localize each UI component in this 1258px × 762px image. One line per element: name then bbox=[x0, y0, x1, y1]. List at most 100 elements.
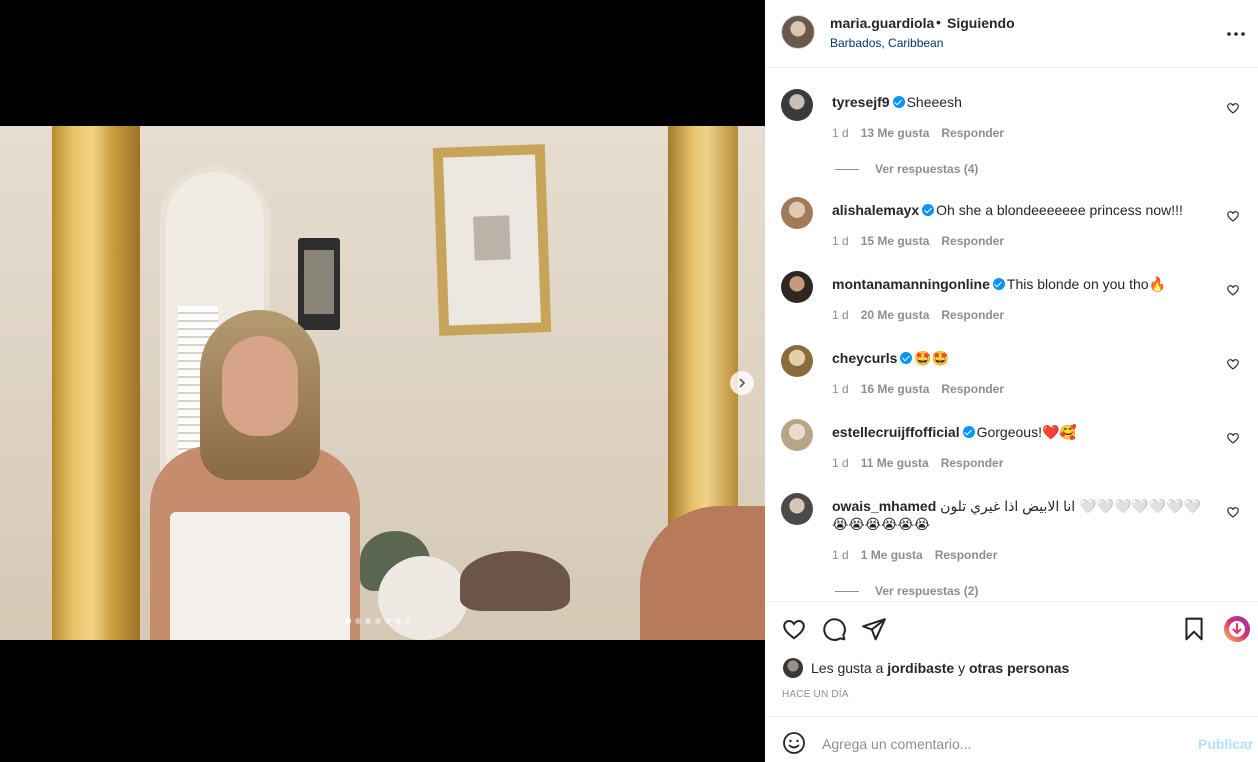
more-icon bbox=[1227, 32, 1245, 36]
author-username[interactable]: maria.guardiola bbox=[830, 15, 934, 31]
verified-badge-icon bbox=[992, 278, 1005, 290]
post-photo[interactable] bbox=[0, 126, 765, 640]
comment-like-heart-icon[interactable] bbox=[1226, 431, 1240, 445]
comment-input[interactable] bbox=[822, 729, 1182, 759]
comment-username[interactable]: alishalemayx bbox=[832, 202, 919, 218]
likes-prefix: Les gusta a bbox=[811, 660, 884, 676]
comment-reply-button[interactable]: Responder bbox=[941, 308, 1004, 322]
download-button[interactable] bbox=[1223, 615, 1250, 642]
post-media bbox=[0, 0, 765, 762]
photo-wall-picture bbox=[432, 144, 552, 336]
bookmark-icon bbox=[1185, 617, 1203, 641]
carousel-dot bbox=[405, 618, 411, 624]
comment-likes-count[interactable]: 20 Me gusta bbox=[861, 308, 930, 322]
view-replies-label: Ver respuestas (4) bbox=[875, 162, 979, 176]
comment-likes-count[interactable]: 13 Me gusta bbox=[861, 126, 930, 140]
comment-username[interactable]: cheycurls bbox=[832, 350, 897, 366]
comment-icon bbox=[823, 618, 846, 641]
carousel-next-button[interactable] bbox=[730, 371, 754, 395]
liker-avatar bbox=[783, 658, 803, 678]
replies-divider bbox=[835, 590, 859, 592]
comment-avatar[interactable] bbox=[781, 345, 813, 377]
comment-reply-button[interactable]: Responder bbox=[941, 234, 1004, 248]
comments-list[interactable]: tyresejf9 Sheeesh 1 d 13 Me gusta Responder V… bbox=[765, 69, 1258, 601]
comment-reply-button[interactable]: Responder bbox=[935, 548, 998, 562]
comment-username[interactable]: tyresejf9 bbox=[832, 94, 890, 110]
author-avatar[interactable] bbox=[781, 15, 815, 49]
comment-text: Sheeesh bbox=[906, 94, 962, 110]
carousel-dot bbox=[345, 618, 351, 624]
comment-meta: 1 d 1 Me gusta Responder bbox=[832, 548, 997, 562]
publish-button[interactable]: Publicar bbox=[1198, 736, 1253, 752]
comment-like-heart-icon[interactable] bbox=[1226, 101, 1240, 115]
other-likers-link[interactable]: otras personas bbox=[969, 660, 1069, 676]
comment-button[interactable] bbox=[821, 616, 847, 642]
comment-like-heart-icon[interactable] bbox=[1226, 357, 1240, 371]
comment-body: montanamanningonline This blonde on you t… bbox=[832, 275, 1212, 293]
comment-likes-count[interactable]: 16 Me gusta bbox=[861, 382, 930, 396]
liker-username[interactable]: jordibaste bbox=[887, 660, 954, 676]
photo-decor-palm-2 bbox=[460, 551, 570, 611]
comment-body: owais_mhamed انا الابيض اذا غيري تلون 🤍🤍… bbox=[832, 497, 1212, 533]
comment-meta: 1 d 15 Me gusta Responder bbox=[832, 234, 1004, 248]
follow-status-button[interactable]: Siguiendo bbox=[947, 15, 1015, 31]
post-location[interactable]: Barbados, Caribbean bbox=[830, 36, 943, 50]
comment-like-heart-icon[interactable] bbox=[1226, 283, 1240, 297]
view-replies-button[interactable]: Ver respuestas (2) bbox=[835, 584, 978, 598]
comment-likes-count[interactable]: 15 Me gusta bbox=[861, 234, 930, 248]
comment-avatar[interactable] bbox=[781, 197, 813, 229]
download-icon bbox=[1224, 616, 1250, 642]
comment-avatar[interactable] bbox=[781, 419, 813, 451]
comment-body: tyresejf9 Sheeesh bbox=[832, 93, 1212, 111]
photo-person bbox=[150, 306, 360, 640]
likes-connector: y bbox=[958, 660, 966, 676]
verified-badge-icon bbox=[922, 204, 935, 216]
comment-username[interactable]: montanamanningonline bbox=[832, 276, 990, 292]
more-options-button[interactable] bbox=[1224, 22, 1248, 46]
comment-meta: 1 d 16 Me gusta Responder bbox=[832, 382, 1004, 396]
comment-text: 🤩🤩 bbox=[914, 350, 950, 366]
comment-like-heart-icon[interactable] bbox=[1226, 209, 1240, 223]
post-time[interactable]: HACE UN DÍA bbox=[782, 689, 849, 700]
likes-summary: Les gusta a jordibaste y otras personas bbox=[783, 658, 1069, 678]
instagram-post-viewer: maria.guardiola • Siguiendo Barbados, Ca… bbox=[0, 0, 1258, 762]
comment-age: 1 d bbox=[832, 126, 849, 140]
header-separator: • bbox=[936, 14, 941, 30]
comment-meta: 1 d 13 Me gusta Responder bbox=[832, 126, 1004, 140]
verified-badge-icon bbox=[962, 426, 975, 438]
comment-likes-count[interactable]: 1 Me gusta bbox=[861, 548, 923, 562]
comment-text: Gorgeous!❤️🥰 bbox=[976, 424, 1077, 440]
save-button[interactable] bbox=[1181, 616, 1207, 642]
comment-body: cheycurls 🤩🤩 bbox=[832, 349, 1212, 367]
comment-likes-count[interactable]: 11 Me gusta bbox=[861, 456, 929, 470]
comment-avatar[interactable] bbox=[781, 89, 813, 121]
comment-body: estellecruijffofficial Gorgeous!❤️🥰 bbox=[832, 423, 1212, 441]
comment-like-heart-icon[interactable] bbox=[1226, 505, 1240, 519]
post-side-panel: maria.guardiola • Siguiendo Barbados, Ca… bbox=[765, 0, 1258, 762]
comment-age: 1 d bbox=[832, 382, 849, 396]
share-icon bbox=[862, 618, 886, 641]
carousel-dot bbox=[395, 618, 401, 624]
chevron-right-icon bbox=[739, 378, 746, 388]
comment-reply-button[interactable]: Responder bbox=[941, 126, 1004, 140]
emoji-picker-button[interactable] bbox=[782, 731, 806, 755]
comment-reply-button[interactable]: Responder bbox=[941, 456, 1004, 470]
comment-composer: Publicar bbox=[765, 716, 1258, 762]
comment-avatar[interactable] bbox=[781, 493, 813, 525]
comment-text: This blonde on you tho🔥 bbox=[1006, 276, 1166, 292]
comment-username[interactable]: estellecruijffofficial bbox=[832, 424, 960, 440]
comment-reply-button[interactable]: Responder bbox=[941, 382, 1004, 396]
comment-avatar[interactable] bbox=[781, 271, 813, 303]
comment-age: 1 d bbox=[832, 548, 849, 562]
share-button[interactable] bbox=[861, 616, 887, 642]
carousel-dot bbox=[385, 618, 391, 624]
view-replies-button[interactable]: Ver respuestas (4) bbox=[835, 162, 978, 176]
like-button[interactable] bbox=[781, 616, 807, 642]
replies-divider bbox=[835, 168, 859, 170]
post-header: maria.guardiola • Siguiendo Barbados, Ca… bbox=[765, 0, 1258, 68]
comment-age: 1 d bbox=[832, 234, 849, 248]
comment-username[interactable]: owais_mhamed bbox=[832, 498, 936, 514]
carousel-dots bbox=[345, 618, 411, 624]
photo-mirror-frame-left bbox=[52, 126, 140, 640]
view-replies-label: Ver respuestas (2) bbox=[875, 584, 979, 598]
